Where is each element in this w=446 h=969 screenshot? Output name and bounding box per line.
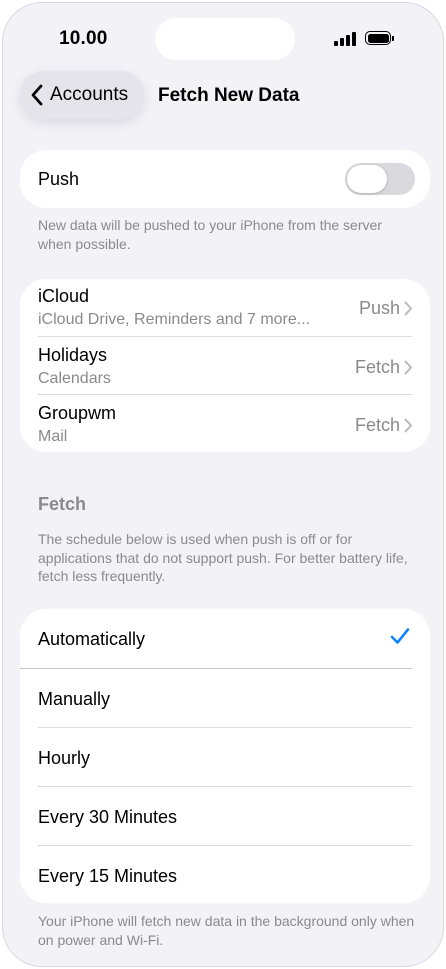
push-toggle[interactable] [345,163,415,195]
fetch-option-hourly[interactable]: Hourly [20,728,430,787]
fetch-option-every-30-minutes[interactable]: Every 30 Minutes [20,787,430,846]
account-name: iCloud [38,286,90,306]
accounts-card: iCloud iCloud Drive, Reminders and 7 mor… [20,279,430,452]
status-time: 10.00 [59,28,108,49]
toggle-knob [347,165,387,193]
account-name: Groupwm [38,403,117,423]
battery-icon [365,31,394,45]
fetch-option-manually[interactable]: Manually [20,669,430,728]
dynamic-island [155,18,295,60]
fetch-option-label: Manually [38,689,111,709]
back-label: Accounts [50,84,129,105]
chevron-left-icon [31,84,43,106]
account-mode: Push [358,298,400,318]
account-row-holidays[interactable]: Holidays Calendars Fetch [20,337,430,395]
account-detail: Calendars [38,370,111,387]
fetch-option-label: Hourly [38,748,91,768]
fetch-section-header: Fetch [38,494,87,514]
chevron-right-icon [404,301,412,316]
checkmark-icon [390,628,410,644]
fetch-option-every-15-minutes[interactable]: Every 15 Minutes [20,846,430,903]
account-detail: Mail [38,428,68,445]
fetch-description: The schedule below is used when push is … [38,531,408,584]
fetch-option-automatically[interactable]: Automatically [20,609,430,669]
account-mode: Fetch [354,357,400,377]
push-row: Push [20,150,430,208]
back-button[interactable]: Accounts [20,71,144,119]
fetch-option-label: Every 30 Minutes [38,807,178,827]
fetch-option-label: Every 15 Minutes [38,866,178,886]
account-detail: iCloud Drive, Reminders and 7 more... [38,311,311,328]
account-row-groupwm[interactable]: Groupwm Mail Fetch [20,395,430,452]
cellular-signal-icon [334,32,358,46]
account-name: Holidays [38,345,108,365]
push-card: Push [20,150,430,208]
account-mode: Fetch [354,415,400,435]
fetch-option-label: Automatically [38,629,146,649]
chevron-right-icon [404,418,412,433]
push-label: Push [38,169,80,189]
account-row-icloud[interactable]: iCloud iCloud Drive, Reminders and 7 mor… [20,279,430,337]
push-footnote: New data will be pushed to your iPhone f… [38,217,382,252]
page-title: Fetch New Data [158,85,300,106]
fetch-footnote: Your iPhone will fetch new data in the b… [38,913,415,948]
fetch-options-card: Automatically Manually Hourly Every 30 M… [20,609,430,903]
chevron-right-icon [404,360,412,375]
phone-screen: 10.00 Accounts Fetch New Data Push New d… [2,2,444,967]
